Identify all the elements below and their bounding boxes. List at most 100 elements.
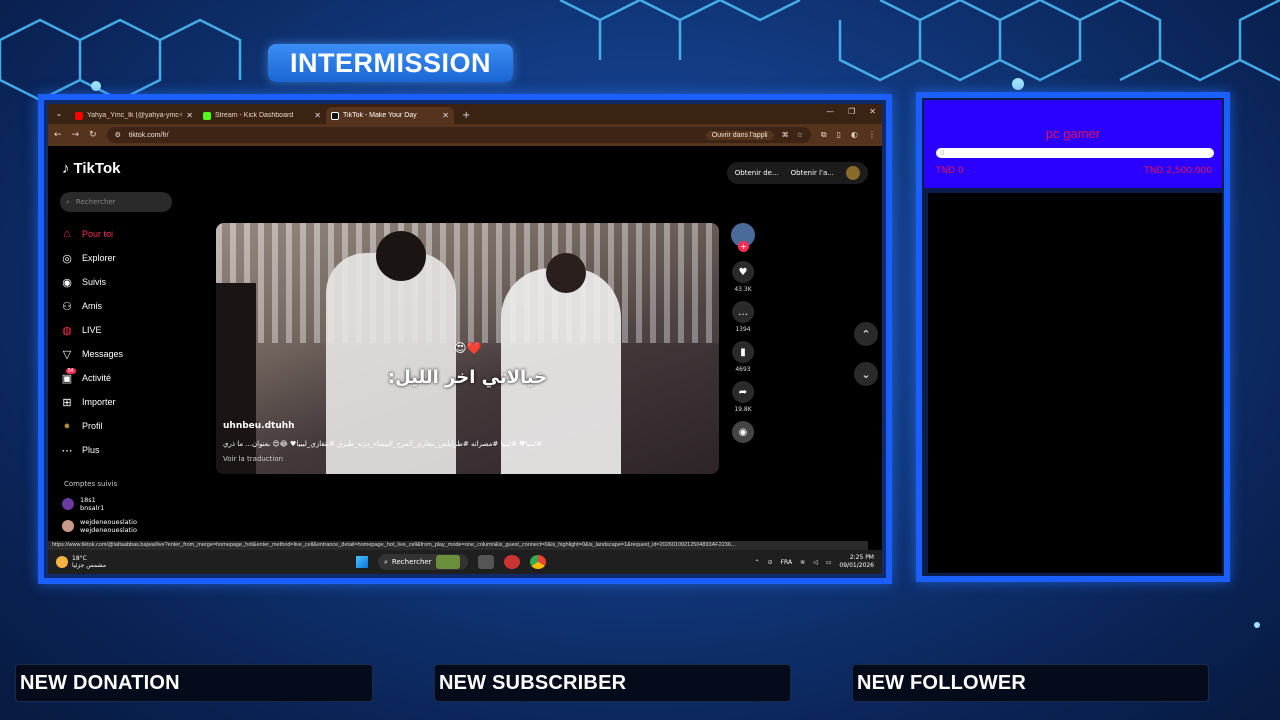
avatar: [62, 498, 74, 510]
video-caption: خيالاتي اخر الليل:: [387, 367, 548, 388]
sidebar-item-label: Explorer: [82, 253, 116, 263]
follow-plus-icon[interactable]: +: [738, 241, 749, 252]
goal-target: TND 2,500.000: [1144, 166, 1212, 176]
close-icon[interactable]: ✕: [442, 111, 449, 120]
account-name: 18s1: [80, 496, 96, 504]
translate-icon[interactable]: ⌘: [782, 131, 789, 139]
like-action[interactable]: ♥ 43.3K: [728, 261, 758, 293]
chevron-up-icon[interactable]: ⌃: [755, 559, 760, 566]
search-input[interactable]: ⌕ Rechercher: [60, 192, 172, 212]
close-window-icon[interactable]: ✕: [869, 107, 876, 116]
sidebar-item-label: Plus: [82, 445, 100, 455]
volume-icon[interactable]: ◁: [813, 559, 818, 566]
profile-avatar-icon[interactable]: ◐: [851, 130, 858, 140]
share-icon: ➦: [732, 381, 754, 403]
browser-tab-strip: ⌄ Yahya_Ymc_tk (@yahya-ymc-tk ✕ Stream -…: [48, 104, 882, 124]
sidebar-item-live[interactable]: ◍ LIVE: [60, 318, 190, 342]
tiktok-logo[interactable]: ♪ TikTok: [62, 160, 120, 177]
tab-youtube[interactable]: Yahya_Ymc_tk (@yahya-ymc-tk ✕: [70, 107, 198, 124]
see-translation-link[interactable]: Voir la traduction: [223, 455, 283, 463]
chevron-down-icon[interactable]: ⌄: [854, 362, 878, 386]
search-icon: ⌕: [384, 557, 388, 566]
close-icon[interactable]: ✕: [186, 111, 193, 120]
video-emoji: 😍❤️: [454, 341, 482, 355]
windows-start-icon[interactable]: [356, 556, 368, 568]
goal-progress-bar: 0: [936, 148, 1214, 158]
user-avatar[interactable]: [846, 166, 860, 180]
tray-app-icon[interactable]: ⊙: [768, 559, 773, 566]
sidebar-item-pour-toi[interactable]: ⌂ Pour toi: [60, 222, 190, 246]
tiktok-page: ♪ TikTok ⌕ Rechercher ⌂ Pour toi ◎ Explo…: [48, 146, 882, 541]
bookmark-action[interactable]: ▮ 4693: [728, 341, 758, 373]
search-highlight-icon: [435, 555, 460, 569]
site-info-icon[interactable]: ⚙: [115, 131, 121, 139]
sidebar-item-explorer[interactable]: ◎ Explorer: [60, 246, 190, 270]
wifi-icon[interactable]: ≋: [800, 559, 805, 566]
menu-icon[interactable]: ⋮: [868, 130, 876, 140]
bookmark-star-icon[interactable]: ☆: [797, 131, 803, 139]
video-player[interactable]: 😍❤️ خيالاتي اخر الليل: uhnbeu.dtuhh #ليب…: [216, 223, 719, 474]
taskbar-search-label: Rechercher: [391, 558, 432, 566]
weather-text: مشمس جزئيا: [72, 562, 106, 569]
new-tab-button[interactable]: +: [462, 110, 470, 121]
friends-icon: ⚇: [62, 300, 72, 313]
clock[interactable]: 2:25 PM 09/01/2026: [839, 554, 874, 570]
close-icon[interactable]: ✕: [314, 111, 321, 120]
system-tray: ⌃ ⊙ FRA ≋ ◁ ▭ 2:25 PM 09/01/2026: [755, 554, 874, 570]
share-action[interactable]: ➦ 19.8K: [728, 381, 758, 413]
sidebar-item-suivis[interactable]: ◉ Suivis: [60, 270, 190, 294]
sidebar-icon[interactable]: ▯: [837, 130, 841, 140]
sidebar-item-activite[interactable]: ▣ 54 Activité: [60, 366, 190, 390]
sidebar-item-messages[interactable]: ▽ Messages: [60, 342, 190, 366]
followed-account[interactable]: 18s1 bnsalr1: [62, 496, 104, 512]
tab-kick[interactable]: Stream - Kick Dashboard ✕: [198, 107, 326, 124]
sidebar-item-amis[interactable]: ⚇ Amis: [60, 294, 190, 318]
sidebar-nav: ⌂ Pour toi ◎ Explorer ◉ Suivis ⚇ Amis ◍: [60, 222, 190, 462]
url-text: tiktok.com/fr/: [128, 131, 169, 139]
sidebar-item-profil[interactable]: ● Profil: [60, 414, 190, 438]
tab-search-icon[interactable]: ⌄: [52, 107, 66, 121]
new-donation-alert: NEW DONATION: [15, 664, 373, 702]
like-count: 43.3K: [734, 286, 752, 293]
back-icon[interactable]: ←: [54, 130, 62, 140]
sidebar-item-importer[interactable]: ⊞ Importer: [60, 390, 190, 414]
forward-icon[interactable]: →: [72, 130, 80, 140]
get-app-button[interactable]: Obtenir l'a...: [791, 169, 834, 177]
chevron-up-icon[interactable]: ⌃: [854, 322, 878, 346]
tab-tiktok[interactable]: TikTok - Make Your Day ✕: [326, 107, 454, 124]
avatar: [62, 520, 74, 532]
video-frame-decor: [376, 231, 426, 281]
address-bar[interactable]: ⚙ tiktok.com/fr/ Ouvrir dans l'appli ⌘ ☆: [106, 127, 811, 143]
battery-icon[interactable]: ▭: [826, 559, 832, 566]
language-indicator[interactable]: FRA: [781, 559, 792, 566]
account-handle: wejdeneoueslatio: [80, 526, 137, 534]
app-icon[interactable]: [504, 555, 520, 569]
video-hashtags[interactable]: #ليبيا♥ #ليبيا #مصراته #طرابلس_بنغازي_ال…: [223, 440, 603, 448]
weather-widget[interactable]: 18°C مشمس جزئيا: [56, 555, 356, 569]
task-view-icon[interactable]: [478, 555, 494, 569]
video-frame-decor: [216, 223, 719, 343]
sidebar-item-label: Suivis: [82, 277, 107, 287]
sidebar-item-label: Importer: [82, 397, 116, 407]
kick-icon: [203, 111, 211, 120]
minimize-icon[interactable]: —: [826, 107, 834, 116]
reload-icon[interactable]: ↻: [89, 130, 97, 140]
open-in-app-button[interactable]: Ouvrir dans l'appli: [705, 130, 774, 140]
video-author[interactable]: uhnbeu.dtuhh: [223, 421, 295, 431]
extensions-icon[interactable]: ⧉: [821, 130, 827, 140]
maximize-icon[interactable]: ❐: [848, 107, 855, 116]
more-icon: ⋯: [61, 444, 73, 457]
comment-action[interactable]: … 1394: [728, 301, 758, 333]
feed-navigation: ⌃ ⌄: [854, 322, 878, 402]
taskbar-search[interactable]: ⌕ Rechercher: [378, 554, 468, 570]
get-coins-button[interactable]: Obtenir de...: [735, 169, 779, 177]
browser-toolbar: ← → ↻ ⚙ tiktok.com/fr/ Ouvrir dans l'app…: [48, 124, 882, 146]
sidebar-item-plus[interactable]: ⋯ Plus: [60, 438, 190, 462]
video-frame-decor: [546, 253, 586, 293]
chrome-icon[interactable]: [530, 555, 546, 569]
window-controls: — ❐ ✕: [826, 107, 876, 116]
creator-avatar[interactable]: +: [731, 223, 755, 252]
sound-disc[interactable]: ◉: [728, 421, 758, 443]
followed-account[interactable]: wejdeneoueslatio wejdeneoueslatio: [62, 518, 137, 534]
notification-badge: 54: [66, 368, 76, 374]
